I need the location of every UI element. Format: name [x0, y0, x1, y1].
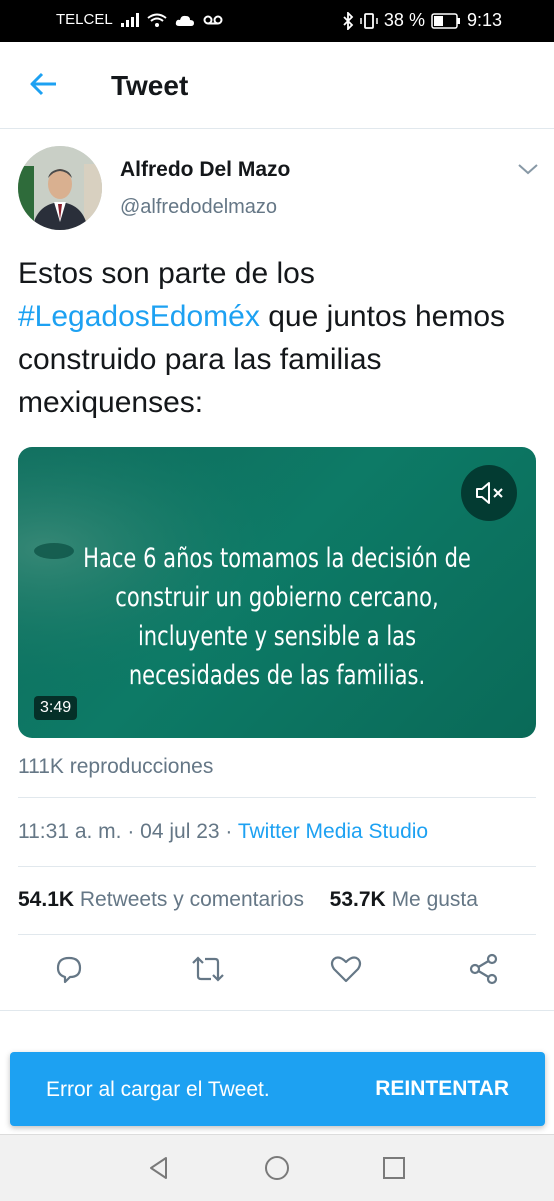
mute-button[interactable] — [461, 465, 517, 521]
toast-message: Error al cargar el Tweet. — [46, 1078, 270, 1101]
app-header: Tweet — [0, 42, 554, 129]
video-duration: 3:49 — [34, 696, 78, 720]
timestamp: 11:31 a. m. · 04 jul 23 · — [18, 820, 238, 843]
share-icon[interactable] — [467, 952, 501, 986]
divider — [0, 1010, 554, 1011]
page-title: Tweet — [111, 70, 189, 101]
tweet-meta: 11:31 a. m. · 04 jul 23 · Twitter Media … — [18, 820, 428, 844]
signal-icon — [120, 12, 139, 27]
voicemail-icon — [203, 15, 223, 24]
back-nav-icon[interactable] — [146, 1155, 172, 1181]
video-caption: Hace 6 años tomamos la decisión de const… — [83, 543, 471, 691]
action-bar — [0, 952, 554, 992]
retweets-label: Retweets y comentarios — [79, 888, 304, 911]
system-nav-bar — [0, 1134, 554, 1201]
recents-nav-icon[interactable] — [381, 1155, 407, 1181]
likes-stat[interactable]: 53.7K Me gusta — [330, 888, 478, 911]
video-player[interactable]: Hace 6 años tomamos la decisión de const… — [18, 447, 536, 738]
home-nav-icon[interactable] — [264, 1155, 290, 1181]
chevron-down-icon[interactable] — [516, 160, 540, 178]
hashtag-link[interactable]: #LegadosEdoméx — [18, 300, 260, 333]
status-bar: TELCEL 38 % 9:13 — [0, 0, 554, 42]
divider — [18, 934, 536, 935]
speaker-muted-icon — [476, 482, 503, 504]
cloud-icon — [175, 15, 194, 26]
wifi-icon — [147, 13, 167, 27]
likes-label: Me gusta — [391, 888, 478, 911]
vibrate-icon — [360, 12, 378, 29]
carrier-label: TELCEL — [56, 11, 113, 28]
author-handle[interactable]: @alfredodelmazo — [120, 196, 277, 219]
clock: 9:13 — [466, 10, 502, 30]
divider — [18, 866, 536, 867]
bluetooth-icon — [343, 11, 354, 30]
view-count: 111K reproducciones — [18, 755, 214, 778]
arrow-left-icon[interactable] — [28, 68, 60, 100]
source-link[interactable]: Twitter Media Studio — [238, 820, 428, 843]
retweets-count: 54.1K — [18, 888, 75, 911]
likes-count: 53.7K — [329, 888, 386, 911]
retry-button[interactable]: REINTENTAR — [375, 1077, 509, 1101]
tweet-text-start: Estos son parte de los — [18, 257, 315, 290]
battery-percent: 38 % — [383, 10, 425, 30]
avatar-image — [18, 146, 102, 230]
reply-icon[interactable] — [52, 952, 86, 986]
retweet-icon[interactable] — [191, 952, 225, 986]
author-name[interactable]: Alfredo Del Mazo — [120, 158, 290, 182]
battery-icon — [431, 12, 460, 29]
tweet-text: Estos son parte de los #LegadosEdoméx qu… — [18, 252, 538, 424]
retweets-stat[interactable]: 54.1K Retweets y comentarios — [18, 888, 304, 911]
error-toast: Error al cargar el Tweet. REINTENTAR — [10, 1052, 545, 1126]
like-icon[interactable] — [329, 952, 363, 986]
divider — [18, 797, 536, 798]
tweet-stats: 54.1K Retweets y comentarios 53.7K Me gu… — [18, 888, 478, 912]
avatar[interactable] — [18, 146, 102, 230]
